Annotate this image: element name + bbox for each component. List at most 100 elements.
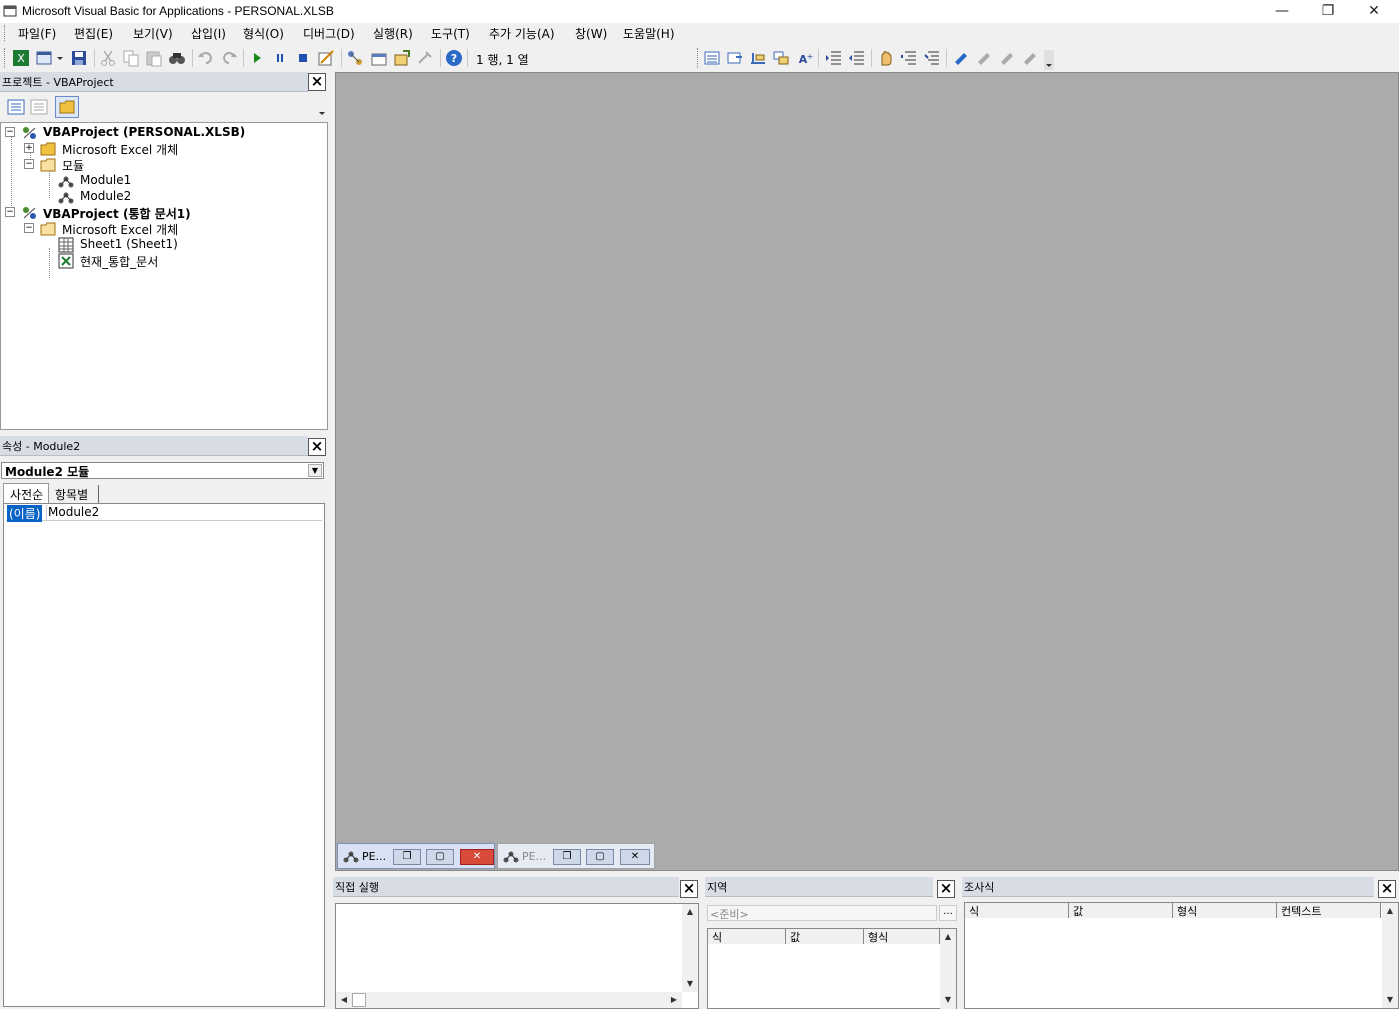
find-icon[interactable] [168,49,186,67]
restore-window-button[interactable]: ❐ [553,849,581,865]
toggle-folders-button[interactable] [55,96,79,118]
column-header[interactable]: 식 [965,903,1069,918]
close-window-button[interactable]: ✕ [460,849,494,865]
project-explorer-close-button[interactable]: × [308,73,326,91]
list-constants-icon[interactable] [726,49,744,67]
maximize-window-button[interactable]: ▢ [586,849,614,865]
property-value[interactable]: Module2 [48,505,99,519]
locals-vertical-scrollbar[interactable]: ▲ ▼ [940,929,956,1009]
collapse-toggle[interactable]: − [5,207,15,217]
scroll-up-icon[interactable]: ▲ [1382,903,1398,919]
design-mode-icon[interactable] [317,49,335,67]
menu-format[interactable]: 형식(O) [243,25,284,42]
menu-run[interactable]: 실행(R) [373,25,413,42]
column-header[interactable]: 형식 [1173,903,1277,918]
column-header[interactable]: 값 [1069,903,1173,918]
edit-toolbar-overflow-icon[interactable] [1044,50,1054,70]
locals-close-button[interactable]: × [937,880,955,898]
run-icon[interactable] [248,49,266,67]
collapse-toggle[interactable]: − [24,159,34,169]
menu-window[interactable]: 창(W) [575,25,607,42]
toolbox-icon[interactable] [416,49,434,67]
comment-block-icon[interactable] [900,49,918,67]
copy-icon[interactable] [122,49,140,67]
toolbar-grip[interactable] [4,48,7,68]
immediate-text-area[interactable]: ▲ ▼ ◀ ▶ [335,903,699,1009]
previous-bookmark-icon[interactable] [998,49,1016,67]
menu-insert[interactable]: 삽입(I) [191,25,226,42]
menu-file[interactable]: 파일(F) [18,25,56,42]
immediate-close-button[interactable]: × [680,880,698,898]
quick-info-icon[interactable] [749,49,767,67]
menu-help[interactable]: 도움말(H) [623,25,675,42]
break-icon[interactable] [271,49,289,67]
toggle-breakpoint-icon[interactable] [877,49,895,67]
toggle-bookmark-icon[interactable] [952,49,970,67]
object-select[interactable]: Module2 모듈 ▼ [1,462,324,479]
minimized-window-2[interactable]: PE... ❐ ▢ ✕ [497,843,655,869]
properties-window-icon[interactable] [370,49,388,67]
watches-vertical-scrollbar[interactable]: ▲ ▼ [1382,903,1398,1008]
object-browser-icon[interactable] [393,49,411,67]
menu-edit[interactable]: 편집(E) [74,25,113,42]
maximize-window-button[interactable]: ▢ [426,849,454,865]
column-header[interactable]: 컨텍스트 [1277,903,1381,918]
collapse-toggle[interactable]: − [24,223,34,233]
scroll-down-icon[interactable]: ▼ [940,992,956,1008]
scroll-down-icon[interactable]: ▼ [1382,992,1398,1008]
edit-toolbar-grip[interactable] [697,48,700,68]
close-button[interactable]: ✕ [1351,0,1397,23]
paste-icon[interactable] [145,49,163,67]
scroll-down-icon[interactable]: ▼ [682,976,698,992]
view-object-icon[interactable] [30,99,48,115]
menu-view[interactable]: 보기(V) [133,25,173,42]
call-stack-button[interactable]: ... [939,905,957,921]
scroll-thumb[interactable] [352,993,366,1007]
column-header[interactable]: 형식 [864,929,940,944]
tab-categorized[interactable]: 항목별 [51,485,99,503]
minimized-window-1[interactable]: PE... ❐ ▢ ✕ [337,843,495,869]
menu-debug[interactable]: 디버그(D) [303,25,355,42]
immediate-horizontal-scrollbar[interactable]: ◀ ▶ [336,992,682,1008]
property-row-name[interactable]: (이름) Module2 [6,505,322,522]
scroll-up-icon[interactable]: ▲ [940,929,956,945]
tab-alphabetic[interactable]: 사전순 [3,483,49,503]
chevron-down-icon[interactable]: ▼ [308,464,322,477]
watches-close-button[interactable]: × [1378,880,1396,898]
outdent-icon[interactable] [848,49,866,67]
collapse-toggle[interactable]: − [5,127,15,137]
restore-window-button[interactable]: ❐ [393,849,421,865]
close-window-button[interactable]: ✕ [620,849,650,865]
scroll-left-icon[interactable]: ◀ [336,992,352,1008]
column-header[interactable]: 식 [708,929,786,944]
insert-userform-icon[interactable] [36,49,54,67]
explorer-toolbar-overflow-icon[interactable] [317,101,327,117]
cut-icon[interactable] [99,49,117,67]
next-bookmark-icon[interactable] [975,49,993,67]
menu-addins[interactable]: 추가 기능(A) [489,25,555,42]
project-explorer-icon[interactable] [346,49,364,67]
menu-grip[interactable] [4,25,7,41]
restore-button[interactable]: ❐ [1305,0,1351,23]
immediate-vertical-scrollbar[interactable]: ▲ ▼ [682,904,698,992]
uncomment-block-icon[interactable] [923,49,941,67]
redo-icon[interactable] [220,49,238,67]
view-excel-icon[interactable]: X [12,49,30,67]
reset-icon[interactable] [294,49,312,67]
column-header[interactable]: 값 [786,929,864,944]
parameter-info-icon[interactable] [772,49,790,67]
clear-bookmarks-icon[interactable] [1021,49,1039,67]
complete-word-icon[interactable]: A + [795,49,813,67]
menu-tools[interactable]: 도구(T) [431,25,470,42]
properties-close-button[interactable]: × [308,438,326,456]
undo-icon[interactable] [197,49,215,67]
list-properties-icon[interactable] [703,49,721,67]
minimize-button[interactable]: — [1259,0,1305,23]
expand-toggle[interactable]: + [24,143,34,153]
scroll-right-icon[interactable]: ▶ [666,992,682,1008]
save-icon[interactable] [70,49,88,67]
scroll-up-icon[interactable]: ▲ [682,904,698,920]
view-code-icon[interactable] [7,99,25,115]
indent-icon[interactable] [825,49,843,67]
help-icon[interactable]: ? [445,49,463,67]
